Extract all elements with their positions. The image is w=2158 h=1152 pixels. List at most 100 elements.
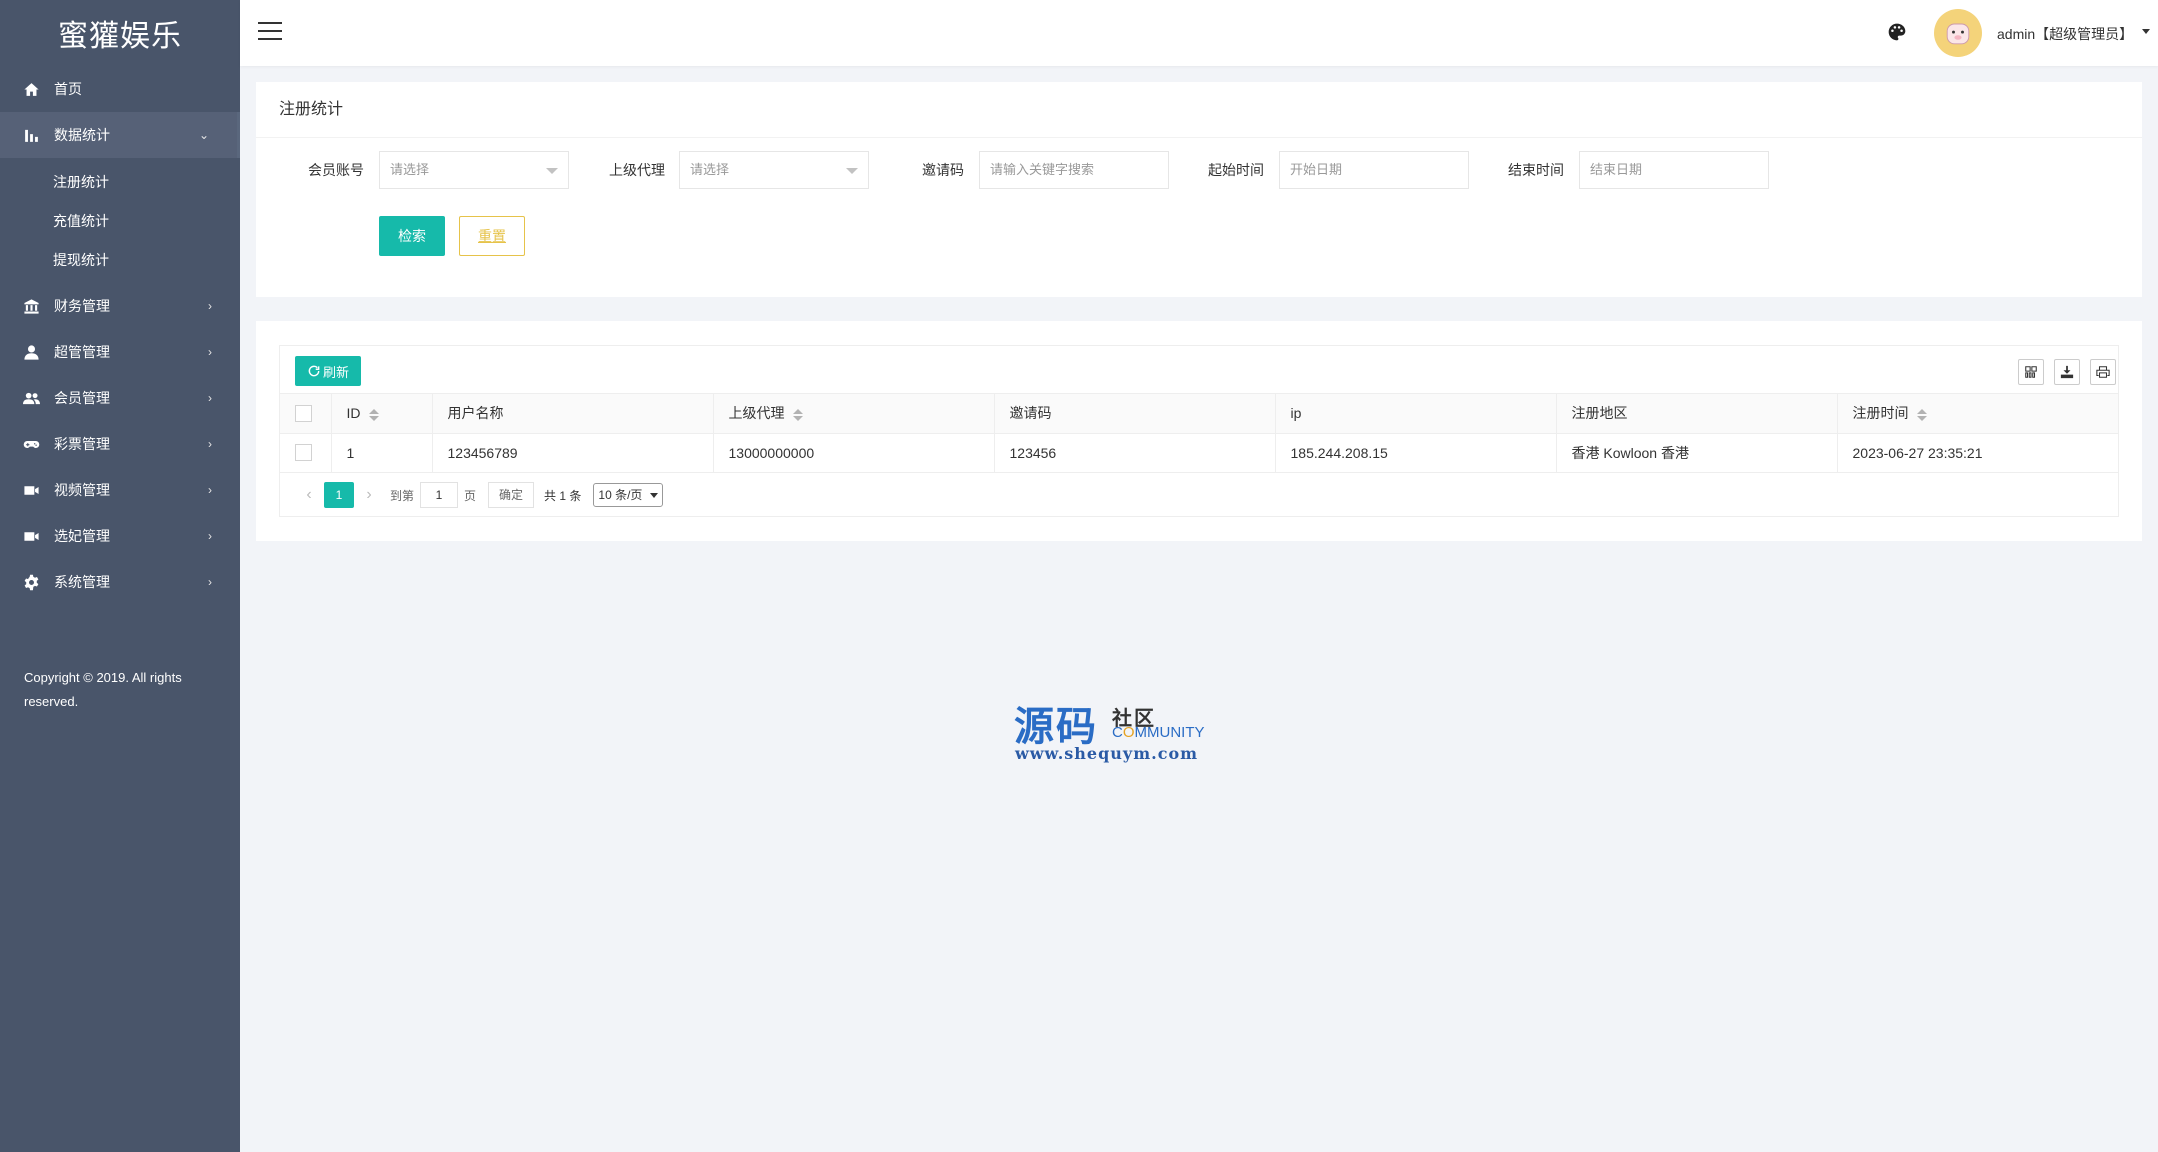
- sidebar-subitem-register-stats[interactable]: 注册统计: [0, 162, 240, 201]
- page-size-select[interactable]: 10 条/页: [593, 483, 664, 507]
- sidebar-item-members[interactable]: 会员管理 ›: [0, 375, 240, 421]
- video-icon: [22, 527, 40, 545]
- chevron-down-icon: ⌄: [198, 128, 209, 142]
- goto-label: 到第: [390, 488, 415, 503]
- sidebar-item-lottery[interactable]: 彩票管理 ›: [0, 421, 240, 467]
- sidebar-item-label: 首页: [54, 81, 82, 97]
- row-checkbox-cell: [280, 433, 332, 473]
- sidebar-item-label: 系统管理: [54, 574, 110, 590]
- sidebar-subitem-recharge-stats[interactable]: 充值统计: [0, 201, 240, 240]
- member-select-placeholder: 请选择: [390, 162, 430, 177]
- user-name[interactable]: admin【超级管理员】: [1997, 24, 2133, 44]
- column-header-agent[interactable]: 上级代理: [713, 394, 995, 434]
- cell-agent: 13000000000: [713, 433, 995, 473]
- sidebar-item-super-admin[interactable]: 超管管理 ›: [0, 329, 240, 375]
- member-label: 会员账号: [308, 162, 364, 178]
- chevron-right-icon: ›: [208, 345, 212, 359]
- start-date-input[interactable]: 开始日期: [1279, 151, 1469, 189]
- sidebar-item-data-stats[interactable]: 数据统计 ⌄: [0, 112, 240, 158]
- sidebar-item-label: 超管管理: [54, 344, 110, 360]
- video-icon: [22, 481, 40, 499]
- column-header-id[interactable]: ID: [331, 394, 433, 434]
- total-count: 共 1 条: [544, 488, 582, 503]
- next-page-icon[interactable]: ›: [354, 482, 384, 508]
- sidebar-item-system[interactable]: 系统管理 ›: [0, 559, 240, 605]
- sidebar-item-finance[interactable]: 财务管理 ›: [0, 283, 240, 329]
- cell-id: 1: [331, 433, 433, 473]
- table-toolbar: 刷新: [280, 346, 2118, 394]
- member-select[interactable]: 请选择: [379, 151, 569, 189]
- cell-ip: 185.244.208.15: [1275, 433, 1557, 473]
- sidebar: 蜜獾娱乐 首页 数据统计 ⌄ 注册统计 充值统计 提现统计 财务管理 › 超管管…: [0, 0, 240, 1152]
- invite-code-input[interactable]: 请输入关键字搜索: [979, 151, 1169, 189]
- sidebar-item-label: 选妃管理: [54, 528, 110, 544]
- gamepad-icon: [22, 435, 40, 453]
- column-header-invite-code: 邀请码: [994, 394, 1276, 434]
- page-label: 页: [464, 488, 477, 503]
- dropdown-arrow-icon: [846, 168, 858, 174]
- copyright-text: Copyright © 2019. All rights reserved.: [24, 670, 182, 709]
- refresh-button[interactable]: 刷新: [295, 356, 361, 386]
- pagination: ‹ 1 › 到第 1 页 确定 共 1 条 10 条/页: [280, 475, 2118, 515]
- column-header-register-time[interactable]: 注册时间: [1837, 394, 2118, 434]
- avatar[interactable]: [1934, 9, 1982, 57]
- export-icon[interactable]: [2054, 359, 2080, 385]
- menu-toggle-icon[interactable]: [258, 22, 282, 44]
- home-icon: [22, 80, 40, 98]
- print-icon[interactable]: [2090, 359, 2116, 385]
- agent-label: 上级代理: [609, 162, 665, 178]
- sidebar-item-label: 彩票管理: [54, 436, 110, 452]
- search-button[interactable]: 检索: [379, 216, 445, 256]
- end-date-input[interactable]: 结束日期: [1579, 151, 1769, 189]
- prev-page-icon[interactable]: ‹: [294, 482, 324, 508]
- chevron-right-icon: ›: [208, 483, 212, 497]
- sidebar-item-label: 会员管理: [54, 390, 110, 406]
- chevron-right-icon: ›: [208, 299, 212, 313]
- sidebar-item-selection[interactable]: 选妃管理 ›: [0, 513, 240, 559]
- chevron-down-icon: [650, 492, 659, 498]
- reset-button[interactable]: 重置: [459, 216, 525, 256]
- header-checkbox-cell: [280, 394, 332, 434]
- start-time-label: 起始时间: [1208, 162, 1264, 178]
- gear-icon: [22, 573, 40, 591]
- cell-invite-code: 123456: [994, 433, 1276, 473]
- refresh-icon: [308, 365, 320, 377]
- column-header-ip: ip: [1275, 394, 1557, 434]
- top-header: admin【超级管理员】: [240, 0, 2158, 66]
- sort-icon[interactable]: [792, 408, 803, 421]
- watermark-url: www.shequym.com: [1015, 744, 1199, 763]
- page-1-button[interactable]: 1: [324, 482, 354, 508]
- watermark-logo: 源码 社区 COMMUNITY www.shequym.com: [1014, 694, 1234, 774]
- table-panel: 刷新 ID 用户名称 上级代理 邀请码 ip 注册地区 注册时间 1 12345…: [256, 321, 2142, 541]
- palette-icon[interactable]: [1887, 22, 1909, 44]
- invite-label: 邀请码: [922, 162, 964, 178]
- chevron-right-icon: ›: [208, 575, 212, 589]
- goto-confirm-button[interactable]: 确定: [488, 482, 535, 508]
- sidebar-item-video[interactable]: 视频管理 ›: [0, 467, 240, 513]
- sort-icon[interactable]: [1916, 408, 1927, 421]
- goto-page-input[interactable]: 1: [420, 482, 459, 508]
- data-table-container: 刷新 ID 用户名称 上级代理 邀请码 ip 注册地区 注册时间 1 12345…: [279, 345, 2119, 517]
- sidebar-submenu: 注册统计 充值统计 提现统计: [0, 158, 240, 283]
- row-checkbox[interactable]: [295, 444, 312, 462]
- search-panel: 注册统计 会员账号 请选择 上级代理 请选择 邀请码 请输入关键字搜索 起始时间…: [256, 82, 2142, 297]
- agent-select-placeholder: 请选择: [690, 162, 730, 177]
- dropdown-arrow-icon: [546, 168, 558, 174]
- sort-icon[interactable]: [368, 408, 379, 421]
- panel-title: 注册统计: [256, 82, 2142, 138]
- end-time-label: 结束时间: [1508, 162, 1564, 178]
- caret-down-icon[interactable]: [2142, 29, 2150, 34]
- select-all-checkbox[interactable]: [295, 405, 312, 423]
- refresh-label: 刷新: [322, 364, 349, 380]
- agent-select[interactable]: 请选择: [679, 151, 869, 189]
- cell-region: 香港 Kowloon 香港: [1556, 433, 1838, 473]
- sidebar-item-home[interactable]: 首页: [0, 66, 240, 112]
- chevron-right-icon: ›: [208, 437, 212, 451]
- sidebar-item-label: 视频管理: [54, 482, 110, 498]
- column-header-username: 用户名称: [432, 394, 714, 434]
- sidebar-item-label: 数据统计: [54, 127, 110, 143]
- columns-filter-icon[interactable]: [2018, 359, 2044, 385]
- cell-username: 123456789: [432, 433, 714, 473]
- sidebar-subitem-withdraw-stats[interactable]: 提现统计: [0, 240, 240, 279]
- sidebar-item-label: 财务管理: [54, 298, 110, 314]
